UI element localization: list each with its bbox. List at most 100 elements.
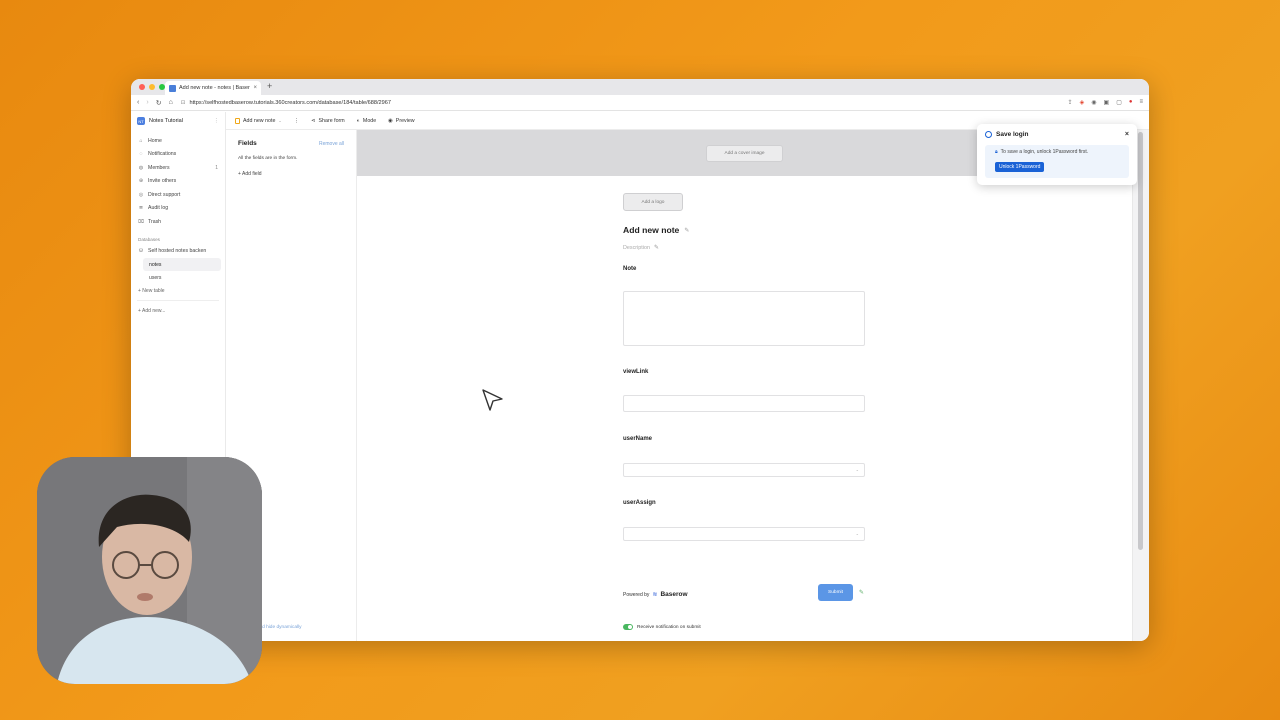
sidebar-item-label: Direct support <box>148 191 181 198</box>
mode-button[interactable]: ◐ Mode <box>357 118 376 124</box>
sidebar-item-label: Audit log <box>148 205 169 212</box>
url-field[interactable]: ⊡ https://selfhostedbaserow.tutorials.36… <box>181 100 391 106</box>
sidebar-item-label: Trash <box>148 218 162 225</box>
bookmark-icon[interactable]: ⊡ <box>181 100 186 106</box>
new-table-link[interactable]: + New table <box>131 284 225 297</box>
username-select[interactable]: ⌄ <box>623 463 865 477</box>
sidebar-divider <box>137 300 219 301</box>
wallet-icon[interactable]: ● <box>1129 99 1133 106</box>
workspace-more-icon[interactable]: ⋮ <box>214 118 220 124</box>
workspace-icon: NT <box>137 117 145 125</box>
baserow-favicon-icon <box>169 84 176 92</box>
notification-toggle[interactable] <box>623 624 633 630</box>
field-label-viewlink: viewLink <box>623 369 649 375</box>
popup-message: To save a login, unlock 1Password first. <box>1000 149 1089 155</box>
sidebar-toggle-icon[interactable]: ▢ <box>1116 99 1122 106</box>
condition-link[interactable]: ld hide dynamically <box>261 625 302 630</box>
url-text: https://selfhostedbaserow.tutorials.360c… <box>189 99 391 106</box>
baserow-app: NT Notes Tutorial ⋮ ⌂ Home ◌ Notificatio… <box>131 112 1149 641</box>
brave-shield-icon[interactable]: ◈ <box>1080 99 1085 106</box>
powered-by: Powered by ≋ Baserow <box>623 591 688 598</box>
view-selector[interactable]: Add new note ⌄ <box>235 117 282 124</box>
log-icon: ≣ <box>138 205 144 212</box>
form-title-text: Add new note <box>623 225 680 235</box>
pencil-icon[interactable]: ✎ <box>654 244 659 251</box>
viewlink-input[interactable] <box>623 395 865 412</box>
notification-label: Receive notification on submit <box>637 624 701 630</box>
scrollbar[interactable] <box>1132 130 1149 641</box>
pencil-icon[interactable]: ✎ <box>859 589 864 596</box>
menu-icon[interactable]: ≡ <box>1139 99 1143 106</box>
baserow-logo-icon: ≋ <box>652 592 658 598</box>
add-cover-image-button[interactable]: Add a cover image <box>706 144 783 162</box>
mode-icon: ◐ <box>356 117 360 124</box>
home-icon: ⌂ <box>139 137 143 144</box>
forward-icon[interactable]: › <box>146 99 148 107</box>
form-title[interactable]: Add new note ✎ <box>623 225 865 235</box>
databases-heading: Databases <box>138 237 160 242</box>
minimize-window-button[interactable] <box>149 84 155 90</box>
userassign-select[interactable]: ⌄ <box>623 527 865 541</box>
add-logo-button[interactable]: Add a logo <box>623 193 683 211</box>
browser-tab[interactable]: Add new note - notes | Basero... × <box>165 81 261 95</box>
new-tab-button[interactable]: + <box>267 81 272 91</box>
submit-button[interactable]: Submit <box>818 584 853 601</box>
onepassword-icon <box>985 131 992 138</box>
preview-button[interactable]: ◉ Preview <box>388 118 414 124</box>
share-form-button[interactable]: ⋖ Share form <box>311 118 345 124</box>
extensions-icon[interactable]: ▣ <box>1104 99 1110 106</box>
add-field-button[interactable]: + Add field <box>238 171 344 177</box>
view-name: Add new note <box>243 117 276 124</box>
main-area: Add new note ⌄ ⋮ ⋖ Share form ◐ Mode ◉ P… <box>226 112 1149 641</box>
close-tab-icon[interactable]: × <box>253 85 257 91</box>
members-count-badge: 1 <box>215 164 218 171</box>
scrollbar-thumb[interactable] <box>1138 132 1143 550</box>
close-icon[interactable]: × <box>1125 131 1129 138</box>
bell-icon: ◌ <box>139 151 143 158</box>
address-bar-row: ‹ › ↻ ⌂ ⊡ https://selfhostedbaserow.tuto… <box>131 95 1149 111</box>
view-more-button[interactable]: ⋮ <box>294 118 299 124</box>
form-description[interactable]: Description ✎ <box>623 244 865 252</box>
chevron-down-icon: ⌄ <box>855 531 859 536</box>
receive-notification-toggle-row[interactable]: Receive notification on submit <box>623 624 701 630</box>
sidebar-item-label: Notifications <box>148 151 177 158</box>
pencil-icon[interactable]: ✎ <box>684 227 689 234</box>
sidebar-item-invite-others[interactable]: ⊕ Invite others <box>131 175 225 189</box>
sidebar-item-label: Members <box>148 164 170 171</box>
note-textarea[interactable] <box>623 291 865 346</box>
preview-label: Preview <box>395 117 415 124</box>
popup-title: Save login <box>996 131 1029 138</box>
sidebar-item-notifications[interactable]: ◌ Notifications <box>131 148 225 162</box>
remove-all-link[interactable]: Remove all <box>319 141 344 147</box>
database-name: Self hosted notes backen <box>148 248 207 255</box>
form-canvas: Add a cover image Add a logo Add new not… <box>357 130 1132 641</box>
sidebar-item-audit-log[interactable]: ≣ Audit log <box>131 202 225 216</box>
sidebar-nav: ⌂ Home ◌ Notifications ◍ Members 1 ⊕ Inv… <box>131 134 225 229</box>
sidebar-item-members[interactable]: ◍ Members 1 <box>131 161 225 175</box>
add-new-link[interactable]: + Add new... <box>131 304 225 317</box>
sidebar-item-trash[interactable]: ⌧ Trash <box>131 215 225 229</box>
chevron-down-icon: ⌄ <box>855 467 859 472</box>
trash-icon: ⌧ <box>138 218 144 225</box>
presenter-video-image <box>37 457 262 684</box>
field-label-userassign: userAssign <box>623 500 656 506</box>
tab-strip: Add new note - notes | Basero... × + <box>131 79 1149 95</box>
home-icon[interactable]: ⌂ <box>169 99 173 107</box>
sidebar-table-notes[interactable]: notes <box>143 258 221 271</box>
workspace-switcher[interactable]: NT Notes Tutorial ⋮ <box>131 116 225 126</box>
mouse-cursor-icon <box>482 389 503 411</box>
sidebar-item-direct-support[interactable]: ◎ Direct support <box>131 188 225 202</box>
database-item[interactable]: ⛁ Self hosted notes backen <box>131 245 225 259</box>
chevron-down-icon: ⌄ <box>278 118 282 123</box>
onepassword-extension-icon[interactable]: ◉ <box>1091 99 1096 106</box>
field-label-note: Note <box>623 266 637 272</box>
unlock-1password-button[interactable]: Unlock 1Password <box>995 162 1045 172</box>
reload-icon[interactable]: ↻ <box>156 99 162 107</box>
sidebar-item-label: Home <box>148 137 162 144</box>
back-icon[interactable]: ‹ <box>137 99 139 107</box>
close-window-button[interactable] <box>139 84 145 90</box>
share-icon[interactable]: ⇪ <box>1068 99 1073 106</box>
sidebar-table-users[interactable]: users <box>143 271 221 284</box>
sidebar-item-home[interactable]: ⌂ Home <box>131 134 225 148</box>
sidebar-item-label: Invite others <box>148 178 177 185</box>
